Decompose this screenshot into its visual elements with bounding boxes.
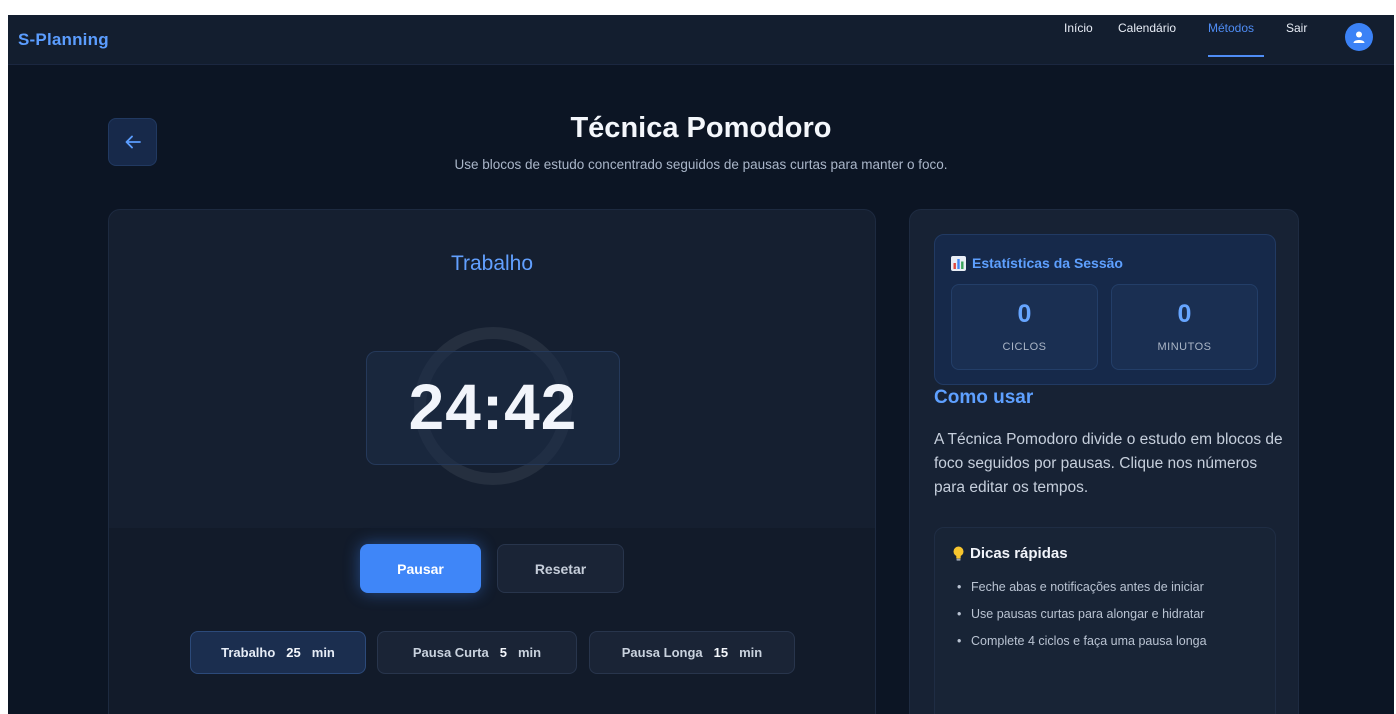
duration-label: Trabalho <box>221 645 276 660</box>
duration-chip-pausa-longa[interactable]: Pausa Longa 15 min <box>589 631 795 674</box>
howto-text: A Técnica Pomodoro divide o estudo em bl… <box>934 431 1283 496</box>
page-subtitle: Use blocos de estudo concentrado seguido… <box>454 157 948 172</box>
nav-link-sair[interactable]: Sair <box>1286 21 1307 35</box>
top-navbar: S-Planning Início Calendário Métodos Sai… <box>8 15 1394 65</box>
lightbulb-icon <box>953 546 964 561</box>
nav-link-inicio[interactable]: Início <box>1064 21 1093 35</box>
pomodoro-timer-card: Trabalho 24:42 Pausar Resetar Trabalho 2… <box>108 209 876 714</box>
bar-chart-icon <box>951 255 966 271</box>
user-avatar-button[interactable] <box>1345 23 1373 51</box>
reset-button[interactable]: Resetar <box>497 544 624 593</box>
howto-title: Como usar <box>934 387 1034 408</box>
pause-button[interactable]: Pausar <box>360 544 481 593</box>
stat-label: CICLOS <box>1002 341 1047 353</box>
quick-tips-box: Dicas rápidas Feche abas e notificações … <box>934 527 1276 714</box>
duration-value[interactable]: 15 <box>714 645 728 660</box>
stats-title-text: Estatísticas da Sessão <box>972 255 1123 271</box>
duration-unit: min <box>311 645 335 660</box>
duration-unit: min <box>739 645 763 660</box>
stat-ciclos: 0 CICLOS <box>951 284 1098 370</box>
user-icon <box>1353 31 1365 43</box>
brand-logo[interactable]: S-Planning <box>18 30 109 50</box>
timer-mode-label: Trabalho <box>450 252 534 275</box>
duration-label: Pausa Curta <box>412 645 489 660</box>
duration-chip-trabalho[interactable]: Trabalho 25 min <box>190 631 366 674</box>
tips-title-text: Dicas rápidas <box>970 545 1068 562</box>
stats-title: Estatísticas da Sessão <box>951 255 1123 271</box>
stat-label: MINUTOS <box>1157 341 1212 353</box>
tips-list: Feche abas e notificações antes de inici… <box>957 578 1257 659</box>
duration-unit: min <box>517 645 542 660</box>
nav-link-calendario[interactable]: Calendário <box>1118 21 1176 35</box>
timer-controls-area <box>109 528 875 714</box>
tip-item: Complete 4 ciclos e faça uma pausa longa <box>957 632 1257 650</box>
stat-minutos: 0 MINUTOS <box>1111 284 1258 370</box>
tip-item: Feche abas e notificações antes de inici… <box>957 578 1257 596</box>
timer-countdown: 24:42 <box>408 371 578 443</box>
duration-label: Pausa Longa <box>621 645 703 660</box>
tips-title: Dicas rápidas <box>953 545 1068 562</box>
duration-value[interactable]: 25 <box>286 645 300 660</box>
duration-value[interactable]: 5 <box>500 645 507 660</box>
active-nav-indicator <box>1208 55 1264 57</box>
stat-value: 0 <box>1017 300 1032 328</box>
info-side-card: Estatísticas da Sessão 0 CICLOS 0 MINUTO… <box>909 209 1299 714</box>
session-stats-box: Estatísticas da Sessão 0 CICLOS 0 MINUTO… <box>934 234 1276 385</box>
timer-display: 24:42 <box>366 351 620 465</box>
stat-value: 0 <box>1177 300 1192 328</box>
tip-item: Use pausas curtas para alongar e hidrata… <box>957 605 1257 623</box>
page-title: Técnica Pomodoro <box>570 112 832 144</box>
duration-chip-pausa-curta[interactable]: Pausa Curta 5 min <box>377 631 577 674</box>
nav-link-metodos[interactable]: Métodos <box>1208 21 1254 35</box>
app-frame: S-Planning Início Calendário Métodos Sai… <box>8 15 1394 714</box>
